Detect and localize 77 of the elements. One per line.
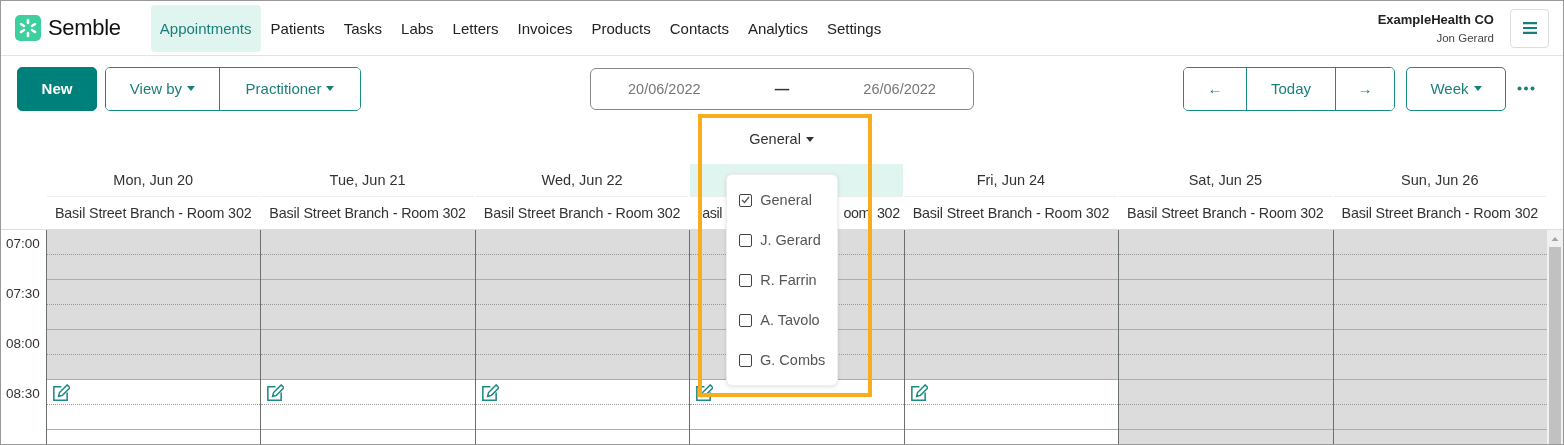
time-slot[interactable] — [475, 280, 690, 330]
next-button[interactable]: → — [1335, 67, 1394, 110]
day-label: Sun, Jun 26 — [1401, 172, 1479, 188]
filter-option[interactable]: General — [727, 180, 838, 220]
time-label: 08:30 — [6, 386, 40, 401]
time-slot[interactable] — [1333, 280, 1547, 330]
week-button[interactable]: Week — [1406, 66, 1506, 111]
time-slot[interactable] — [47, 230, 261, 280]
nav-tab[interactable]: Products — [582, 4, 660, 52]
day-label: Fri, Jun 24 — [976, 172, 1046, 188]
room-label: Basil Street Branch - Room 302 — [912, 205, 1110, 221]
room-label: Basil Street Branch - Room 302 — [1341, 205, 1539, 221]
edit-icon[interactable] — [694, 384, 714, 403]
time-slot[interactable] — [1119, 380, 1333, 430]
time-slot[interactable] — [1333, 230, 1547, 280]
filter-dropdown-button[interactable]: General — [749, 131, 814, 147]
time-label: 07:00 — [6, 236, 40, 251]
time-slot[interactable] — [261, 230, 475, 280]
time-slot[interactable] — [1333, 380, 1547, 430]
edit-icon[interactable] — [908, 384, 928, 403]
filter-option[interactable]: G. Combs — [727, 340, 838, 380]
time-slot[interactable] — [47, 280, 261, 330]
date-range-field[interactable]: 20/06/2022 — 26/06/2022 — [590, 67, 974, 110]
org-name: ExampleHealth CO — [1377, 12, 1494, 27]
caret-icon — [187, 86, 196, 91]
filter-option[interactable]: A. Tavolo — [727, 300, 838, 340]
caret-icon — [805, 136, 814, 142]
more-icon[interactable] — [1517, 86, 1535, 91]
checkbox[interactable] — [739, 353, 752, 367]
caret-icon — [1473, 86, 1482, 91]
nav-tab[interactable]: Letters — [443, 4, 508, 52]
room-label: Basil Street Branch - Room 302 — [54, 205, 252, 221]
time-slot[interactable] — [1119, 230, 1333, 280]
filter-option[interactable]: J. Gerard — [727, 220, 838, 260]
nav-tab[interactable]: Appointments — [150, 4, 261, 52]
time-slot[interactable] — [1119, 280, 1333, 330]
checkbox[interactable] — [739, 273, 753, 287]
menu-icon — [1522, 22, 1537, 34]
day-label: Wed, Jun 22 — [541, 172, 623, 188]
menu-button[interactable] — [1510, 8, 1549, 48]
logo-icon — [15, 15, 41, 41]
time-slot[interactable] — [261, 280, 475, 330]
filter-option[interactable]: R. Farrin — [727, 260, 838, 300]
user-name: Jon Gerard — [1436, 32, 1494, 44]
edit-icon[interactable] — [51, 384, 70, 403]
checkbox[interactable] — [739, 233, 753, 247]
checkbox[interactable] — [739, 193, 753, 207]
time-label: 07:30 — [6, 286, 40, 301]
nav-tab[interactable]: Tasks — [334, 4, 392, 52]
room-label: Basil Street Branch - Room 302 — [1127, 205, 1324, 221]
nav-tab[interactable]: Invoices — [508, 4, 582, 52]
new-button[interactable]: New — [17, 66, 97, 111]
nav-tab[interactable]: Patients — [261, 4, 334, 52]
time-slot[interactable] — [1119, 330, 1333, 380]
nav-tab[interactable]: Contacts — [660, 4, 738, 52]
day-label: Tue, Jun 21 — [329, 172, 406, 188]
room-label: Basil Street Branch - Room 302 — [483, 205, 681, 221]
nav-tab[interactable]: Settings — [817, 4, 891, 52]
edit-icon[interactable] — [479, 384, 499, 403]
time-slot[interactable] — [904, 230, 1119, 280]
room-label: Basil Street Branch - Room 302 — [269, 205, 466, 221]
nav-tab[interactable]: Labs — [392, 4, 443, 52]
scrollbar[interactable] — [1547, 230, 1563, 444]
time-label: 08:00 — [6, 336, 40, 351]
checkbox[interactable] — [739, 313, 753, 327]
day-label: Mon, Jun 20 — [113, 172, 194, 188]
room-label: 302 — [877, 205, 900, 221]
time-slot[interactable] — [1333, 330, 1547, 380]
nav-tab[interactable]: Analytics — [738, 4, 817, 52]
room-label: asil — [702, 205, 723, 221]
edit-icon[interactable] — [265, 384, 285, 403]
logo-text: Semble — [48, 15, 121, 41]
caret-icon — [326, 86, 335, 91]
time-slot[interactable] — [475, 230, 690, 280]
time-slot[interactable] — [904, 280, 1119, 330]
practitioner-button[interactable]: Practitioner — [219, 67, 360, 110]
day-label: Sat, Jun 25 — [1188, 172, 1263, 188]
